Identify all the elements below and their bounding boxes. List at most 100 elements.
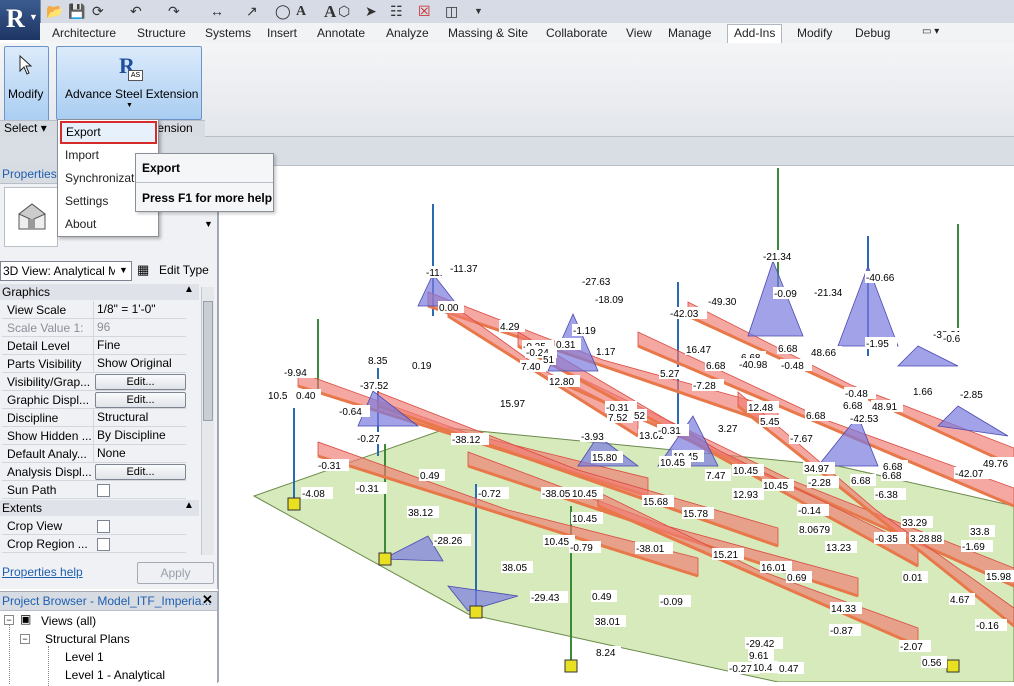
edit-button[interactable]: Edit... — [95, 464, 186, 480]
group-graphics[interactable]: Graphics ▲ — [0, 284, 199, 300]
text-A-icon[interactable]: A — [324, 3, 336, 20]
collapse-icon: ▲ — [184, 284, 194, 295]
menu-item-synchronization[interactable]: Synchronizati — [65, 171, 137, 185]
tab-insert[interactable]: Insert — [267, 26, 297, 42]
tab-collaborate[interactable]: Collaborate — [546, 26, 607, 42]
tab-modify[interactable]: Modify — [797, 26, 832, 42]
tag-icon[interactable]: ◯ — [275, 3, 291, 20]
value-label: 10.45 — [572, 489, 597, 500]
edit-type-button[interactable]: ▦ Edit Type — [137, 261, 213, 279]
3d-analytical-view[interactable]: -21.34 -11. -11.37 -27.63 -18.09 -40.66 -42.03… — [218, 166, 1014, 682]
edit-button[interactable]: Edit... — [95, 374, 186, 390]
sync-icon[interactable]: ⟳ — [92, 3, 104, 20]
application-menu-button[interactable]: R ▼ — [0, 0, 41, 40]
apply-button[interactable]: Apply — [137, 562, 214, 584]
close-hidden-icon[interactable]: ☒ — [418, 3, 431, 20]
value-label: -9.94 — [284, 368, 307, 379]
modify-button[interactable]: Modify — [4, 46, 49, 123]
property-value[interactable]: None — [93, 445, 186, 462]
value-label: 7.52 — [608, 413, 628, 424]
close-icon[interactable]: ✕ — [202, 592, 213, 608]
thin-lines-icon[interactable]: ☷ — [390, 3, 403, 20]
value-label: 10.45 — [763, 481, 788, 492]
property-value[interactable]: Show Original — [93, 355, 186, 372]
value-label: 0.00 — [439, 303, 459, 314]
support-icon — [564, 659, 578, 673]
value-label: 16.47 — [686, 345, 711, 356]
tab-manage[interactable]: Manage — [668, 26, 711, 42]
properties-scrollbar[interactable] — [201, 287, 214, 555]
tree-level-1-analytical[interactable]: Level 1 - Analytical — [65, 668, 165, 682]
scroll-thumb[interactable] — [203, 301, 213, 421]
customize-qat-icon[interactable]: ▼ — [474, 3, 483, 20]
tooltip-divider — [136, 182, 273, 183]
redo-icon[interactable]: ↷ — [168, 3, 180, 20]
switch-windows-icon[interactable]: ◫ — [445, 3, 458, 20]
undo-icon[interactable]: ↶ — [130, 3, 142, 20]
default-3d-view-icon[interactable]: ⬡ — [338, 3, 350, 20]
project-browser-header: Project Browser - Model_ITF_Imperia... ✕ — [0, 592, 217, 611]
analytical-model-canvas[interactable]: -21.34 -11. -11.37 -27.63 -18.09 -40.66 -42.03… — [218, 166, 1014, 682]
value-label: 7.40 — [521, 362, 541, 373]
section-icon[interactable]: ➤ — [365, 3, 377, 20]
edit-button[interactable]: Edit... — [95, 392, 186, 408]
type-selector[interactable]: 3D View: Analytical M ▼ — [0, 261, 132, 281]
tab-annotate[interactable]: Annotate — [317, 26, 365, 42]
advance-steel-label: Advance Steel Extension — [65, 87, 199, 101]
tab-structure[interactable]: Structure — [137, 26, 186, 42]
panel-toggle-icon[interactable]: ▭ ▾ — [922, 26, 939, 42]
menu-item-import[interactable]: Import — [65, 148, 99, 162]
value-label: 38.05 — [502, 563, 527, 574]
crop-checkbox[interactable] — [97, 520, 110, 533]
property-value[interactable]: By Discipline — [93, 427, 186, 444]
tab-architecture[interactable]: Architecture — [52, 26, 116, 42]
collapse-node-icon[interactable]: − — [20, 634, 30, 644]
chevron-down-icon[interactable]: ▼ — [204, 219, 213, 229]
value-label: 15.78 — [683, 509, 708, 520]
tab-view[interactable]: View — [626, 26, 652, 42]
measure-icon[interactable]: ↔ — [210, 3, 224, 20]
dimension-icon[interactable]: ↗ — [246, 3, 258, 20]
value-label: -18.09 — [595, 295, 624, 306]
property-key: Crop Region ... — [7, 537, 88, 551]
tree-line — [9, 624, 10, 684]
type-preview — [4, 187, 58, 247]
tab-massing-site[interactable]: Massing & Site — [448, 26, 528, 42]
menu-item-settings[interactable]: Settings — [65, 194, 108, 208]
property-key: Graphic Displ... — [7, 393, 90, 407]
property-value[interactable]: Structural — [93, 409, 186, 426]
open-icon[interactable]: 📂 — [46, 3, 63, 20]
property-value[interactable]: Fine — [93, 337, 186, 354]
property-key: Visibility/Grap... — [7, 375, 91, 389]
properties-help-link[interactable]: Properties help — [2, 565, 83, 579]
advance-steel-icon: R AS — [119, 53, 143, 81]
tab-debug[interactable]: Debug — [855, 26, 890, 42]
save-icon[interactable]: 💾 — [68, 3, 85, 20]
value-label: 6.68 — [778, 344, 798, 355]
text-icon[interactable]: A — [296, 3, 306, 20]
tree-level-1[interactable]: Level 1 — [65, 650, 104, 664]
sun-path-checkbox[interactable] — [97, 484, 110, 497]
advance-steel-extension-button[interactable]: R AS Advance Steel Extension ▼ — [56, 46, 202, 120]
menu-item-export[interactable]: Export — [60, 121, 157, 144]
group-extents[interactable]: Extents ▲ — [0, 500, 199, 516]
tooltip: Export Press F1 for more help — [135, 153, 274, 212]
tree-views-all[interactable]: Views (all) — [41, 614, 96, 628]
select-panel-label[interactable]: Select ▾ — [4, 121, 47, 135]
menu-item-about[interactable]: About — [65, 217, 96, 231]
value-label: -0.31 — [658, 426, 681, 437]
value-label: 6.68 — [851, 476, 871, 487]
tab-systems[interactable]: Systems — [205, 26, 251, 42]
crop-checkbox[interactable] — [97, 538, 110, 551]
properties-title: Properties — [2, 167, 57, 181]
tree-structural-plans[interactable]: Structural Plans — [45, 632, 130, 646]
property-key: Sun Path — [7, 483, 57, 497]
value-label: -3.93 — [581, 432, 604, 443]
tab-add-ins[interactable]: Add-Ins — [727, 24, 783, 44]
property-value[interactable]: 1/8" = 1'-0" — [93, 301, 186, 318]
value-label: -21.34 — [814, 288, 843, 299]
value-label: -11.37 — [450, 264, 478, 275]
tab-analyze[interactable]: Analyze — [386, 26, 429, 42]
property-value[interactable]: 96 — [93, 319, 186, 336]
property-row: Discipline Structural — [2, 409, 186, 427]
